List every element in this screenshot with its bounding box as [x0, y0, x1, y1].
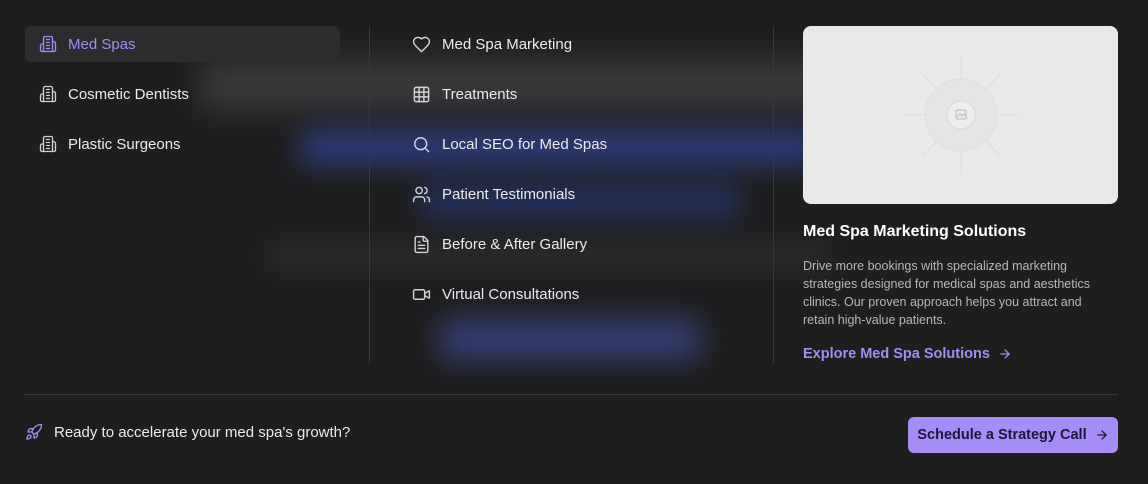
column-divider	[369, 26, 370, 364]
video-icon	[412, 285, 431, 304]
explore-solutions-link[interactable]: Explore Med Spa Solutions	[803, 346, 1012, 362]
building-icon	[39, 135, 57, 153]
footer-message: Ready to accelerate your med spa's growt…	[25, 423, 350, 441]
column-divider	[773, 26, 774, 364]
link-label: Patient Testimonials	[442, 186, 576, 204]
building-icon	[39, 85, 57, 103]
schedule-call-button[interactable]: Schedule a Strategy Call	[908, 417, 1118, 453]
link-patient-testimonials[interactable]: Patient Testimonials	[412, 177, 752, 213]
link-label: Virtual Consultations	[442, 286, 580, 304]
users-icon	[412, 185, 431, 204]
link-treatments[interactable]: Treatments	[412, 76, 752, 112]
document-icon	[412, 235, 431, 254]
search-icon	[412, 135, 431, 154]
link-label: Treatments	[442, 85, 518, 103]
category-item-cosmetic-dentists[interactable]: Cosmetic Dentists	[25, 76, 340, 112]
link-label: Local SEO for Med Spas	[442, 135, 608, 153]
feature-card: Med Spa Marketing Solutions Drive more b…	[803, 26, 1118, 363]
category-label: Cosmetic Dentists	[68, 85, 189, 103]
category-item-plastic-surgeons[interactable]: Plastic Surgeons	[25, 126, 340, 162]
category-label: Plastic Surgeons	[68, 135, 181, 153]
heart-icon	[412, 35, 431, 54]
arrow-right-icon	[1095, 428, 1109, 442]
image-placeholder-icon	[903, 56, 1019, 174]
category-label: Med Spas	[68, 35, 136, 53]
footer-message-text: Ready to accelerate your med spa's growt…	[54, 423, 351, 441]
explore-link-label: Explore Med Spa Solutions	[803, 346, 990, 362]
grid-icon	[412, 85, 431, 104]
link-local-seo[interactable]: Local SEO for Med Spas	[412, 126, 752, 162]
category-item-med-spas[interactable]: Med Spas	[25, 26, 340, 62]
category-list: Med Spas Cosmetic Dentists Plastic Surge…	[25, 26, 340, 176]
feature-description: Drive more bookings with specialized mar…	[803, 259, 1090, 327]
link-list: Med Spa Marketing Treatments Local SEO f…	[412, 26, 752, 327]
link-virtual-consultations[interactable]: Virtual Consultations	[412, 277, 752, 313]
feature-title: Med Spa Marketing Solutions	[803, 223, 1027, 240]
building-icon	[39, 35, 57, 53]
footer-divider	[25, 394, 1118, 395]
link-label: Before & After Gallery	[442, 236, 588, 254]
link-med-spa-marketing[interactable]: Med Spa Marketing	[412, 26, 752, 62]
cta-label: Schedule a Strategy Call	[917, 427, 1087, 443]
link-before-after-gallery[interactable]: Before & After Gallery	[412, 227, 752, 263]
rocket-icon	[25, 423, 43, 441]
mega-menu: Med Spas Cosmetic Dentists Plastic Surge…	[0, 0, 1148, 484]
link-label: Med Spa Marketing	[442, 35, 573, 53]
arrow-right-icon	[998, 347, 1012, 361]
feature-image-placeholder	[803, 26, 1118, 204]
